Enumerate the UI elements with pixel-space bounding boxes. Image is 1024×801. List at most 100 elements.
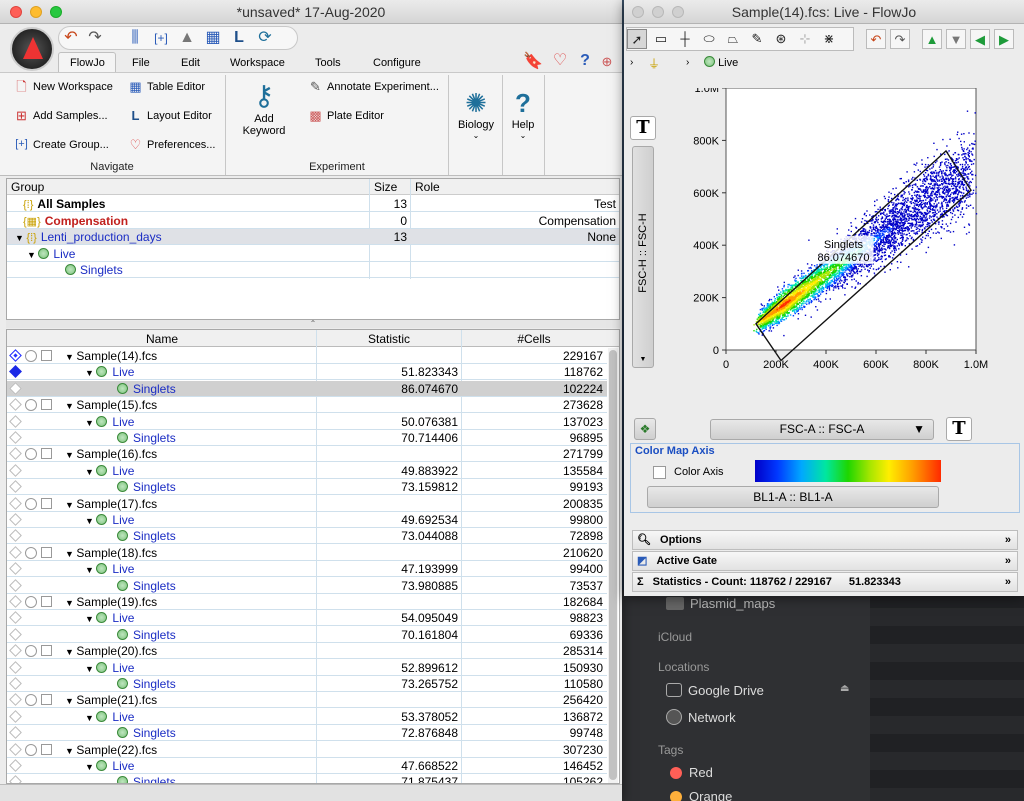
node-selector-icon[interactable] <box>9 414 22 428</box>
sample-checkbox[interactable] <box>41 350 52 361</box>
left-arrow-icon[interactable]: ◀ <box>970 29 990 49</box>
group-column-header[interactable]: Group <box>11 180 44 194</box>
create-group-button[interactable]: [+] Create Group... <box>14 137 109 152</box>
histogram-icon[interactable]: ▲ <box>177 29 197 47</box>
node-selector-icon[interactable] <box>9 562 22 576</box>
right-arrow-icon[interactable]: ▶ <box>994 29 1014 49</box>
close-window-button[interactable] <box>10 6 22 18</box>
sample-scrollbar-track[interactable] <box>608 348 618 783</box>
tube-icon[interactable]: ⏚ <box>648 55 660 72</box>
size-column-header[interactable]: Size <box>374 180 397 194</box>
node-selector-icon[interactable] <box>9 726 22 740</box>
name-column-header[interactable]: Name <box>7 332 317 346</box>
node-selector-icon[interactable] <box>9 496 22 510</box>
spider-gate-icon[interactable]: ⊛ <box>771 29 791 49</box>
node-selector-icon[interactable] <box>9 349 22 362</box>
y-axis-text-button[interactable]: T <box>630 116 656 140</box>
disclosure-triangle-icon[interactable]: ▼ <box>85 516 96 526</box>
sample-table-row[interactable]: Singlets 73.265752 110580 <box>7 676 607 692</box>
disclosure-triangle-icon[interactable]: ▼ <box>15 233 26 243</box>
sample-table-row[interactable]: Singlets 70.714406 96895 <box>7 430 607 446</box>
statistic-column-header[interactable]: Statistic <box>318 332 460 346</box>
sidebar-folder-plasmid-maps[interactable]: Plasmid_maps <box>666 596 775 611</box>
sample-radio[interactable] <box>25 645 37 658</box>
disclosure-triangle-icon[interactable]: ▼ <box>85 614 96 624</box>
layout-editor-button[interactable]: L Layout Editor <box>128 108 212 123</box>
disclosure-triangle-icon[interactable]: ▼ <box>27 250 38 260</box>
sample-table-row[interactable]: ▼ Sample(15).fcs 273628 <box>7 397 607 414</box>
zoom-window-button[interactable] <box>672 6 684 18</box>
annotate-experiment-button[interactable]: ✎ Annotate Experiment... <box>308 79 439 94</box>
node-selector-icon[interactable] <box>9 463 22 477</box>
preferences-button[interactable]: ♡ Preferences... <box>128 137 216 152</box>
disclosure-triangle-icon[interactable]: ▼ <box>65 746 76 756</box>
sample-table-row[interactable]: ▼ Sample(21).fcs 256420 <box>7 692 607 709</box>
freehand-gate-icon[interactable]: ✎ <box>747 29 767 49</box>
disclosure-triangle-icon[interactable]: ▼ <box>85 467 96 477</box>
sample-radio[interactable] <box>25 596 37 608</box>
refresh-icon[interactable]: ⟳ <box>255 29 275 47</box>
rectangle-gate-icon[interactable]: ▭ <box>651 29 671 49</box>
up-arrow-icon[interactable]: ▲ <box>922 29 942 49</box>
sample-table-row[interactable]: ▼ Live 52.899612 150930 <box>7 660 607 676</box>
heart-icon[interactable]: ♡ <box>550 52 570 70</box>
minimize-window-button[interactable] <box>652 6 664 18</box>
sample-table-row[interactable]: ▼ Sample(16).fcs 271799 <box>7 446 607 463</box>
redo-icon[interactable]: ↷ <box>85 29 105 47</box>
sample-table-row[interactable]: Singlets 86.074670 102224 <box>7 380 607 397</box>
help-button[interactable]: ? Help ⌄ <box>503 87 543 157</box>
sample-radio[interactable] <box>25 448 37 461</box>
node-selector-icon[interactable] <box>9 759 22 772</box>
flowjo-logo[interactable] <box>10 27 54 71</box>
group-row[interactable]: Singlets <box>7 262 619 278</box>
close-window-button[interactable] <box>632 6 644 18</box>
node-selector-icon[interactable] <box>9 480 22 494</box>
y-axis-parameter-selector[interactable]: FSC-H :: FSC-H ▼ <box>632 146 654 368</box>
sample-checkbox[interactable] <box>41 497 52 509</box>
node-selector-icon[interactable] <box>9 611 22 625</box>
polygon-gate-icon[interactable]: ⏢ <box>723 29 743 49</box>
table-icon[interactable]: ▦ <box>203 29 223 47</box>
sample-radio[interactable] <box>25 350 37 362</box>
tab-edit[interactable]: Edit <box>181 57 200 69</box>
disclosure-triangle-icon[interactable]: ▼ <box>65 696 76 706</box>
node-selector-icon[interactable] <box>9 693 22 707</box>
sample-checkbox[interactable] <box>41 546 52 558</box>
node-selector-icon[interactable] <box>9 644 22 658</box>
add-samples-button[interactable]: ⊞ Add Samples... <box>14 108 108 123</box>
disclosure-triangle-icon[interactable]: ▼ <box>65 598 76 608</box>
sample-table-row[interactable]: ▼ Live 53.378052 136872 <box>7 709 607 725</box>
sample-checkbox[interactable] <box>41 448 52 460</box>
sample-radio[interactable] <box>25 497 37 510</box>
node-selector-icon[interactable] <box>9 529 22 543</box>
disclosure-triangle-icon[interactable]: ▼ <box>65 647 76 657</box>
tag-orange[interactable]: Orange <box>689 789 732 801</box>
node-selector-icon[interactable] <box>9 742 22 756</box>
cells-column-header[interactable]: #Cells <box>462 332 606 346</box>
node-selector-icon[interactable] <box>9 677 22 690</box>
sample-radio[interactable] <box>25 399 37 412</box>
sample-table-row[interactable]: ▼ Sample(20).fcs 285314 <box>7 643 607 660</box>
disclosure-triangle-icon[interactable]: ▼ <box>85 664 96 674</box>
sample-table-row[interactable]: Singlets 72.876848 99748 <box>7 725 607 742</box>
sample-scrollbar-thumb[interactable] <box>609 350 617 780</box>
sample-table-row[interactable]: Singlets 73.044088 72898 <box>7 528 607 545</box>
sample-table-row[interactable]: Singlets 70.161804 69336 <box>7 627 607 643</box>
disclosure-triangle-icon[interactable]: ▼ <box>65 401 76 411</box>
node-selector-icon[interactable] <box>9 431 22 444</box>
sample-checkbox[interactable] <box>41 743 52 755</box>
node-selector-icon[interactable] <box>9 660 22 674</box>
sample-table-row[interactable]: Singlets 73.980885 73537 <box>7 578 607 594</box>
sample-table-row[interactable]: ▼ Sample(14).fcs 229167 <box>7 348 607 364</box>
node-selector-icon[interactable] <box>9 709 22 723</box>
split-pane-handle[interactable]: ⌃ <box>6 320 620 328</box>
group-row[interactable]: ▼ {⁞} Lenti_production_days 13 None <box>7 229 619 245</box>
sample-table-row[interactable]: ▼ Live 54.095049 98823 <box>7 610 607 627</box>
sample-table-row[interactable]: ▼ Sample(18).fcs 210620 <box>7 545 607 561</box>
bisector-gate-icon[interactable]: ⊹ <box>795 29 815 49</box>
sample-table-row[interactable]: ▼ Live 47.193999 99400 <box>7 561 607 578</box>
redo-icon[interactable]: ↷ <box>890 29 910 49</box>
sample-checkbox[interactable] <box>41 596 52 607</box>
group-row[interactable]: ▼ Live <box>7 246 619 262</box>
sidebar-google-drive[interactable]: Google Drive <box>666 683 764 698</box>
